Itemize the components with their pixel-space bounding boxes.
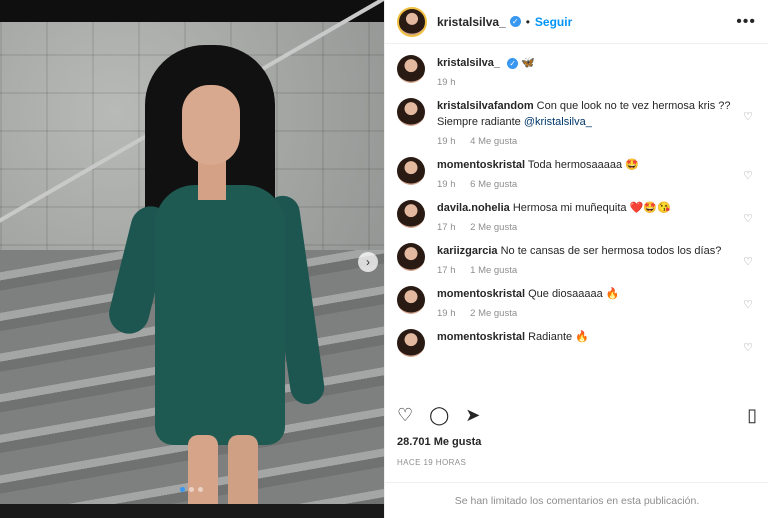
comment-text: momentoskristal Que diosaaaaa 🔥 [437,286,737,302]
heart-icon[interactable]: ♡ [743,341,753,354]
verified-badge-icon: ✓ [509,16,521,27]
comment-row: davila.nohelia Hermosa mi muñequita ❤️🤩😘… [397,200,757,233]
post-actions: ♡ ◯ ➤ ▯ [385,400,768,430]
comment-likes[interactable]: 4 Me gusta [470,136,517,147]
heart-icon[interactable]: ♡ [743,212,753,225]
comment-avatar[interactable] [397,329,425,357]
green-dress [155,185,285,445]
comment-avatar[interactable] [397,243,425,271]
comment-avatar[interactable] [397,200,425,228]
heart-icon[interactable]: ♡ [743,298,753,311]
caption-emoji: 🦋 [521,57,535,69]
heart-icon[interactable]: ♡ [397,405,413,426]
comment-time: 17 h [437,222,456,233]
comment-row: momentoskristal Toda hermosaaaaa 🤩 19 h … [397,157,757,190]
comment-text: davila.nohelia Hermosa mi muñequita ❤️🤩😘 [437,200,737,216]
comment-body: No te cansas de ser hermosa todos los dí… [500,245,722,257]
instagram-post: › kristalsilva_ ✓ • Seguir ••• kristalsi… [0,0,768,518]
caption-avatar[interactable] [397,55,425,83]
author-avatar[interactable] [397,6,427,37]
comment-body: Hermosa mi muñequita ❤️🤩😘 [512,202,671,214]
separator-dot: • [525,14,530,29]
post-timestamp[interactable]: HACE 19 HORAS [397,458,466,467]
bookmark-icon[interactable]: ▯ [747,405,757,426]
comment-text: kristalsilvafandom Con que look no te ve… [437,98,737,130]
heart-icon[interactable]: ♡ [743,255,753,268]
follow-button[interactable]: Seguir [535,15,572,29]
comment-time: 19 h [437,308,456,319]
comment-body: Que diosaaaaa 🔥 [528,288,620,300]
comment-text: kariizgarcia No te cansas de ser hermosa… [437,243,737,259]
comment-username[interactable]: momentoskristal [437,159,525,171]
post-photo[interactable]: › [0,0,384,518]
verified-badge-icon: ✓ [507,57,519,69]
comment-username[interactable]: momentoskristal [437,288,525,300]
comment-time: 19 h [437,136,456,147]
comment-row: kristalsilvafandom Con que look no te ve… [397,98,757,147]
caption-username[interactable]: kristalsilva_ [437,57,500,69]
comment-icon[interactable]: ◯ [429,405,449,426]
model-figure [104,45,330,518]
comment-username[interactable]: kariizgarcia [437,245,498,257]
face [182,85,240,165]
post-header: kristalsilva_ ✓ • Seguir ••• [385,0,768,44]
neck [198,160,226,200]
comment-mention[interactable]: @kristalsilva_ [524,116,592,128]
carousel-dot [189,487,194,492]
heart-icon[interactable]: ♡ [743,110,753,123]
comment-body: Radiante 🔥 [528,331,589,343]
comment-likes[interactable]: 6 Me gusta [470,179,517,190]
comment-likes[interactable]: 2 Me gusta [470,308,517,319]
comment-text: momentoskristal Toda hermosaaaaa 🤩 [437,157,737,173]
carousel-dot-active [180,487,185,492]
comments-list[interactable]: kristalsilva_ ✓ 🦋 19 h kristalsilvafando… [385,45,768,393]
author-username[interactable]: kristalsilva_ [437,15,506,29]
comment-time: 19 h [437,179,456,190]
comment-text: momentoskristal Radiante 🔥 [437,329,737,345]
caption-row: kristalsilva_ ✓ 🦋 19 h [397,55,757,88]
chevron-right-icon[interactable]: › [358,252,378,272]
comment-time: 17 h [437,265,456,276]
comment-avatar[interactable] [397,286,425,314]
comment-likes[interactable]: 2 Me gusta [470,222,517,233]
comment-row: momentoskristal Radiante 🔥 ♡ [397,329,757,357]
comment-row: momentoskristal Que diosaaaaa 🔥 19 h 2 M… [397,286,757,319]
carousel-dot [198,487,203,492]
comment-likes[interactable]: 1 Me gusta [470,265,517,276]
carousel-dots [180,487,203,492]
photo-bottom-border [0,504,384,518]
heart-icon[interactable]: ♡ [743,169,753,182]
share-icon[interactable]: ➤ [465,405,480,426]
comment-row: kariizgarcia No te cansas de ser hermosa… [397,243,757,276]
comment-username[interactable]: davila.nohelia [437,202,510,214]
caption-text: kristalsilva_ ✓ 🦋 [437,55,737,71]
comment-body: Toda hermosaaaaa 🤩 [527,159,639,171]
comment-avatar[interactable] [397,98,425,126]
post-side-panel: kristalsilva_ ✓ • Seguir ••• kristalsilv… [384,0,768,518]
comment-avatar[interactable] [397,157,425,185]
comment-username[interactable]: kristalsilvafandom [437,100,534,112]
likes-count[interactable]: 28.701 Me gusta [397,436,481,448]
more-options-icon[interactable]: ••• [736,13,756,31]
photo-top-border [0,0,384,22]
comment-username[interactable]: momentoskristal [437,331,525,343]
comments-limited-notice: Se han limitado los comentarios en esta … [385,482,768,518]
caption-time: 19 h [437,77,456,88]
